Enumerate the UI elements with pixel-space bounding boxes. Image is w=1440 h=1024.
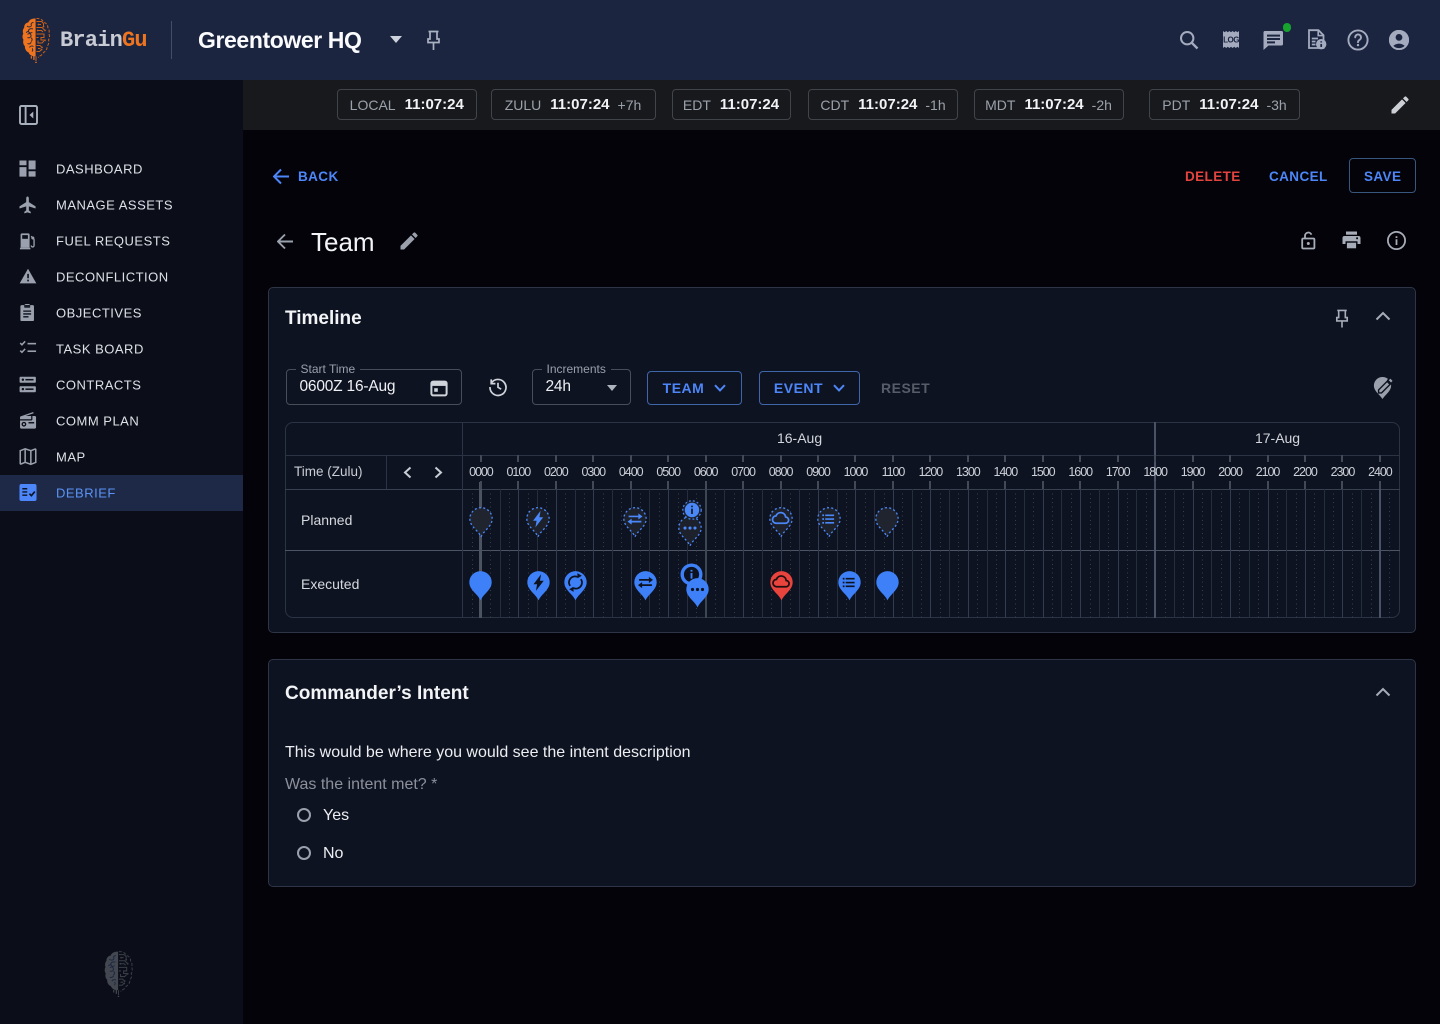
svg-text:LOG: LOG <box>1223 35 1239 44</box>
